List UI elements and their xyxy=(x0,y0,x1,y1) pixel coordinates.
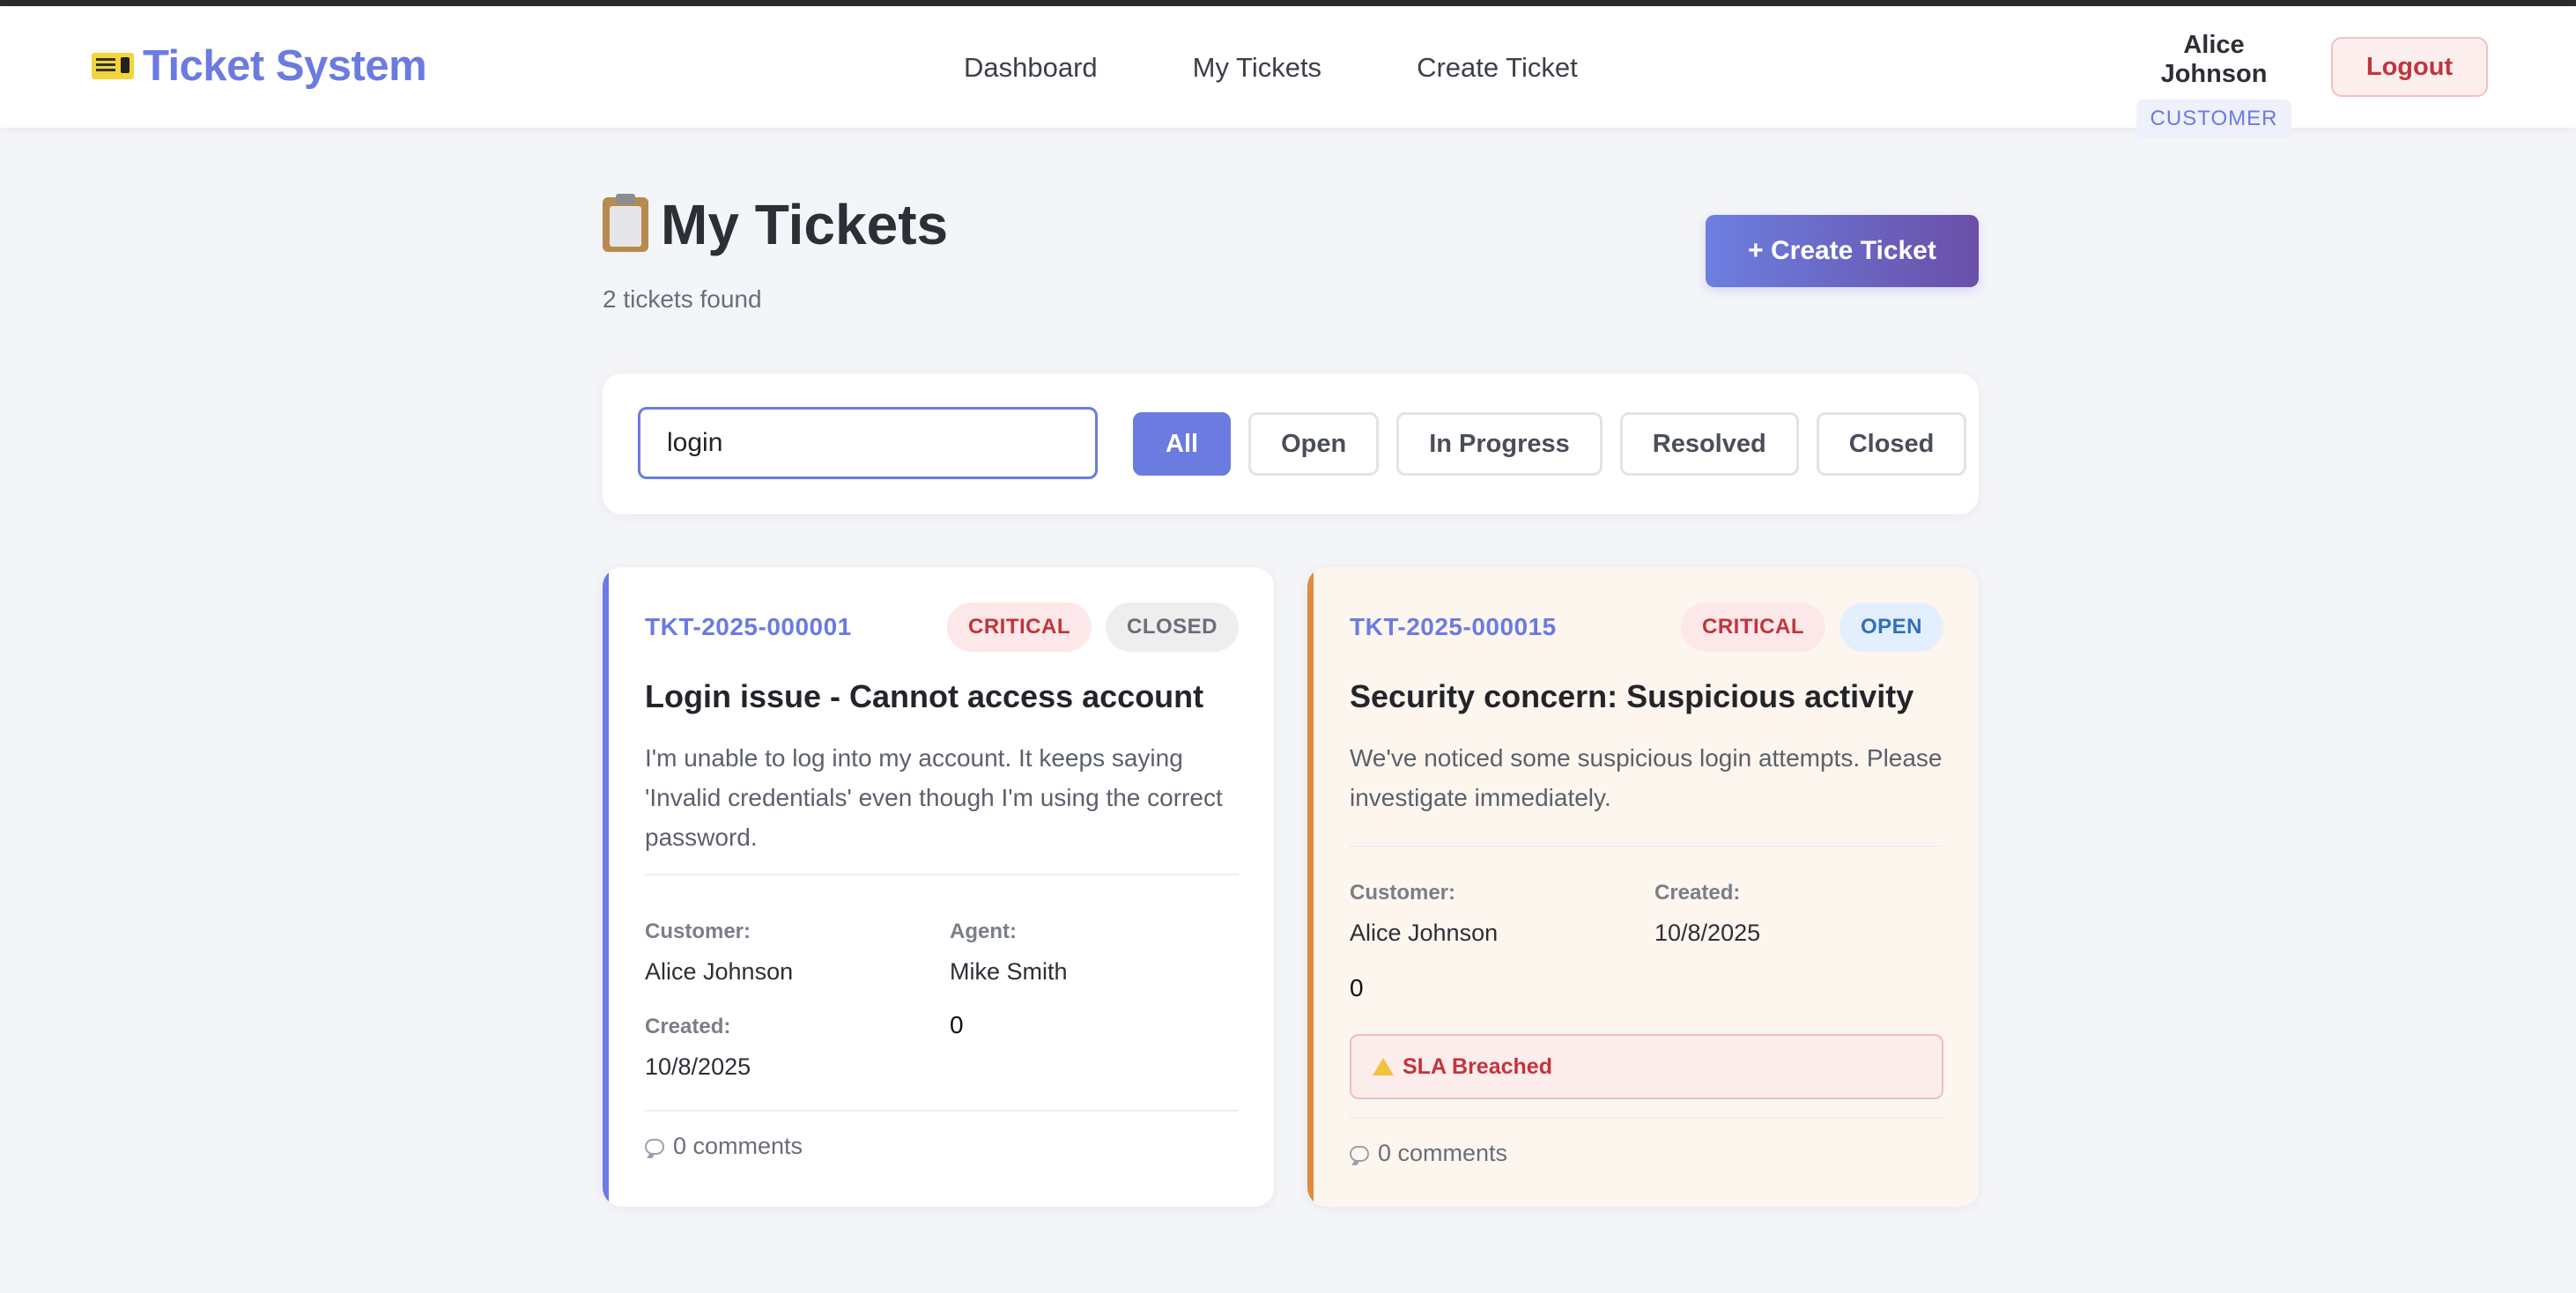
created-value: 10/8/2025 xyxy=(1654,920,1761,946)
ticket-badges: CRITICAL OPEN xyxy=(1681,602,1943,652)
filter-resolved-button[interactable]: Resolved xyxy=(1619,412,1799,476)
divider xyxy=(1350,846,1943,847)
created-label: Created: xyxy=(645,1015,731,1038)
warning-icon xyxy=(1373,1058,1394,1075)
ticket-description: We've noticed some suspicious login atte… xyxy=(1350,744,1943,811)
filter-all-button[interactable]: All xyxy=(1133,412,1232,476)
brand[interactable]: Ticket System xyxy=(92,41,427,91)
comment-icon xyxy=(645,1138,664,1155)
nav-create-ticket[interactable]: Create Ticket xyxy=(1417,52,1578,84)
filter-closed-button[interactable]: Closed xyxy=(1816,412,1967,476)
priority-badge: CRITICAL xyxy=(947,602,1092,652)
card-accent-bar xyxy=(1307,567,1314,1207)
divider xyxy=(1350,1117,1943,1119)
clipboard-icon xyxy=(603,194,648,252)
ticket-id[interactable]: TKT-2025-000001 xyxy=(645,613,852,641)
page-title: My Tickets xyxy=(603,192,948,257)
nav-my-tickets[interactable]: My Tickets xyxy=(1193,52,1321,84)
sla-label: SLA Breached xyxy=(1403,1053,1552,1079)
comments-label: 0 comments xyxy=(673,1133,803,1159)
customer-value: Alice Johnson xyxy=(1350,920,1499,946)
status-badge: OPEN xyxy=(1839,602,1943,652)
customer-label: Customer: xyxy=(645,920,751,943)
window-top-strip xyxy=(0,0,2576,6)
user-info: Alice Johnson CUSTOMER xyxy=(2130,31,2298,138)
card-accent-bar xyxy=(603,567,609,1207)
agent-label: Agent: xyxy=(950,920,1017,943)
create-ticket-button[interactable]: + Create Ticket xyxy=(1706,215,1979,287)
filter-in-progress-button[interactable]: In Progress xyxy=(1396,412,1603,476)
navbar: Ticket System Dashboard My Tickets Creat… xyxy=(0,6,2576,138)
status-badge: CLOSED xyxy=(1105,602,1239,652)
divider xyxy=(645,874,1239,876)
page-heading: My Tickets xyxy=(661,193,949,256)
customer-value: Alice Johnson xyxy=(645,958,794,985)
ticket-description: I'm unable to log into my account. It ke… xyxy=(645,744,1223,851)
priority-badge: CRITICAL xyxy=(1681,602,1825,652)
divider xyxy=(645,1110,1239,1112)
filter-open-button[interactable]: Open xyxy=(1248,412,1380,476)
search-input[interactable] xyxy=(638,407,1098,479)
ticket-title[interactable]: Security concern: Suspicious activity xyxy=(1350,678,1913,715)
created-label: Created: xyxy=(1654,881,1741,905)
customer-label: Customer: xyxy=(1350,881,1456,905)
ticket-title[interactable]: Login issue - Cannot access account xyxy=(645,678,1203,715)
created-value: 10/8/2025 xyxy=(645,1053,751,1080)
comment-icon xyxy=(1350,1145,1369,1162)
ticket-card[interactable]: TKT-2025-000015 CRITICAL OPEN Security c… xyxy=(1307,567,1979,1207)
comments-count: 0 comments xyxy=(1350,1140,1507,1167)
status-filters: All Open In Progress Resolved Closed xyxy=(1133,412,1967,476)
ticket-id[interactable]: TKT-2025-000015 xyxy=(1350,613,1557,641)
comments-label: 0 comments xyxy=(1378,1140,1508,1166)
main-nav: Dashboard My Tickets Create Ticket xyxy=(964,52,1578,84)
sla-breached-alert: SLA Breached xyxy=(1350,1034,1943,1099)
brand-title: Ticket System xyxy=(143,42,427,90)
ticket-badges: CRITICAL CLOSED xyxy=(947,602,1239,652)
ticket-extra-value: 0 xyxy=(950,1011,964,1038)
nav-dashboard[interactable]: Dashboard xyxy=(964,52,1098,84)
user-name: Alice Johnson xyxy=(2160,31,2268,88)
role-badge: CUSTOMER xyxy=(2136,100,2292,138)
ticket-extra-value: 0 xyxy=(1350,974,1364,1001)
filter-panel: All Open In Progress Resolved Closed xyxy=(603,373,1979,514)
ticket-count: 2 tickets found xyxy=(603,285,762,313)
comments-count: 0 comments xyxy=(645,1133,803,1160)
ticket-card[interactable]: TKT-2025-000001 CRITICAL CLOSED Login is… xyxy=(603,567,1274,1207)
logout-button[interactable]: Logout xyxy=(2331,37,2488,97)
agent-value: Mike Smith xyxy=(950,958,1068,985)
ticket-icon xyxy=(92,53,134,79)
